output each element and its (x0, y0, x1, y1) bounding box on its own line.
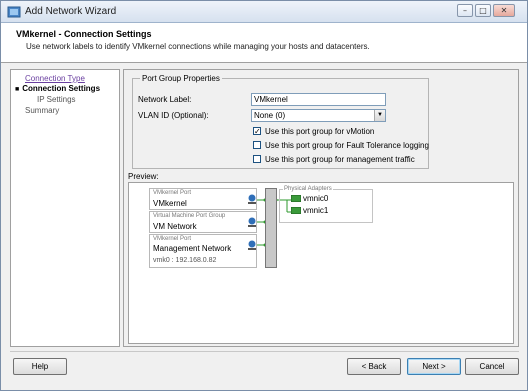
port-detail: vmk0 : 192.168.0.82 (153, 257, 217, 264)
vm-network-port-group-box[interactable]: Virtual Machine Port Group VM Network (149, 211, 257, 233)
step-ip-settings: IP Settings (37, 95, 76, 104)
network-preview: VMkernel Port VMkernel Virtual Machine P… (128, 182, 514, 344)
management-traffic-label: Use this port group for management traff… (265, 155, 415, 164)
management-traffic-checkbox[interactable] (253, 155, 261, 163)
next-button[interactable]: Next > (407, 358, 461, 375)
virtual-switch (265, 188, 277, 268)
wizard-header: VMkernel - Connection Settings Use netwo… (1, 23, 527, 63)
adapter-name: vmnic0 (303, 194, 329, 203)
app-icon (7, 6, 21, 18)
physical-nic-icon (291, 195, 301, 202)
wizard-footer: Help < Back Next > Cancel (10, 351, 519, 381)
chevron-down-icon[interactable]: ▼ (374, 110, 385, 121)
network-port-icon (248, 194, 256, 204)
port-caption: VMkernel Port (153, 236, 192, 242)
fault-tolerance-label: Use this port group for Fault Tolerance … (265, 141, 429, 150)
vmotion-checkbox[interactable]: ✓ (253, 127, 261, 136)
management-network-port-box[interactable]: VMkernel Port Management Network vmk0 : … (149, 234, 257, 268)
vlan-id-value: None (0) (254, 111, 286, 120)
step-connection-type[interactable]: Connection Type (25, 74, 85, 83)
current-step-marker-icon: ■ (15, 86, 20, 93)
step-connection-settings: ■ Connection Settings (15, 84, 100, 93)
close-icon[interactable]: ✕ (493, 4, 515, 17)
port-group-legend: Port Group Properties (140, 74, 222, 83)
fault-tolerance-checkbox[interactable] (253, 141, 261, 149)
page-title: VMkernel - Connection Settings (16, 29, 152, 39)
title-bar[interactable]: Add Network Wizard – □ ✕ (1, 1, 527, 23)
vlan-id-label: VLAN ID (Optional): (138, 111, 209, 120)
vlan-id-select[interactable]: None (0) ▼ (251, 109, 386, 122)
physical-adapters-box: Physical Adapters vmnic0 vmnic1 (279, 186, 373, 223)
network-label-input[interactable]: VMkernel (251, 93, 386, 106)
port-name: VMkernel (153, 199, 187, 208)
port-name: Management Network (153, 244, 232, 253)
preview-label: Preview: (128, 172, 159, 181)
cancel-button[interactable]: Cancel (465, 358, 519, 375)
maximize-icon[interactable]: □ (475, 4, 491, 17)
minimize-icon[interactable]: – (457, 4, 473, 17)
network-port-icon (248, 217, 256, 227)
back-button[interactable]: < Back (347, 358, 401, 375)
step-summary: Summary (25, 106, 60, 115)
network-port-icon (248, 240, 256, 250)
window-title: Add Network Wizard (25, 6, 117, 17)
network-label-label: Network Label: (138, 95, 192, 104)
physical-nic-icon (291, 207, 301, 214)
help-button[interactable]: Help (13, 358, 67, 375)
port-caption: VMkernel Port (153, 190, 192, 196)
add-network-wizard-window: Add Network Wizard – □ ✕ VMkernel - Conn… (0, 0, 528, 391)
port-caption: Virtual Machine Port Group (153, 213, 226, 219)
port-group-properties: Port Group Properties Network Label: VMk… (132, 74, 429, 169)
wizard-steps-panel: Connection Type ■ Connection Settings IP … (10, 69, 120, 347)
physical-adapters-caption: Physical Adapters (283, 186, 333, 192)
vmotion-label: Use this port group for vMotion (265, 127, 375, 136)
adapter-name: vmnic1 (303, 206, 329, 215)
main-content: Port Group Properties Network Label: VMk… (123, 69, 519, 347)
page-description: Use network labels to identify VMkernel … (26, 42, 370, 51)
step-connection-settings-label: Connection Settings (22, 84, 101, 93)
port-name: VM Network (153, 222, 197, 231)
vmkernel-port-box[interactable]: VMkernel Port VMkernel (149, 188, 257, 210)
